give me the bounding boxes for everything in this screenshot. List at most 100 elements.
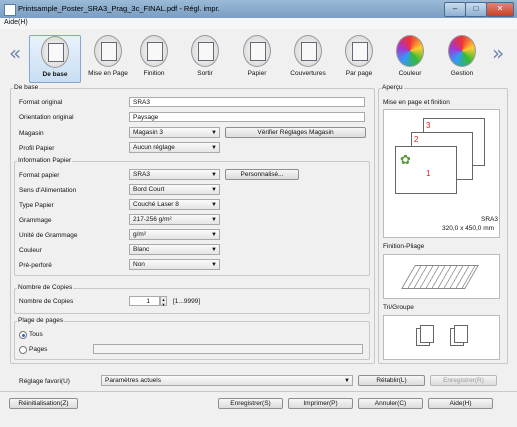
tab-label: Finition [143, 70, 165, 77]
tab-covers[interactable]: Couvertures [283, 35, 333, 81]
dropdown-arrow-icon: ▼ [211, 232, 217, 238]
page-range-label: Pages [29, 346, 48, 353]
tab-color[interactable]: Couleur [385, 35, 435, 81]
all-pages-label: Tous [29, 331, 43, 338]
tab-label: Sortir [197, 70, 213, 77]
dropdown-arrow-icon: ▼ [211, 145, 217, 151]
paper-type-label: Type Papier [19, 202, 54, 209]
tab-management[interactable]: Gestion [437, 35, 487, 81]
paper-size-name: SRA3 [481, 216, 498, 223]
feed-direction-select[interactable]: Bord Court ▼ [129, 184, 220, 195]
favorite-select[interactable]: Paramètres actuels ▼ [101, 375, 353, 386]
window-title: Printsample_Poster_SRA3_Prag_3c_FINAL.pd… [18, 4, 220, 13]
category-toolbar: « De base Mise en Page Finition Sortir P… [0, 29, 517, 83]
tab-paper[interactable]: Papier [232, 35, 282, 81]
tray-value: Magasin 3 [133, 129, 163, 136]
copies-group-title: Nombre de Copies [17, 284, 74, 291]
weight-select[interactable]: 217-256 g/m² ▼ [129, 214, 220, 225]
tray-select[interactable]: Magasin 3 ▼ [129, 127, 220, 138]
paper-color-select[interactable]: Blanc ▼ [129, 244, 220, 255]
scroll-right-icon[interactable]: » [492, 41, 504, 65]
copies-range: [1...9999] [173, 298, 201, 305]
tab-label: Mise en Page [88, 70, 128, 77]
paper-icon [243, 35, 271, 67]
feed-direction-value: Bord Court [133, 186, 165, 193]
dropdown-arrow-icon: ▼ [211, 172, 217, 178]
check-tray-button[interactable]: Vérifier Réglages Magasin [225, 127, 366, 138]
print-settings-window: Printsample_Poster_SRA3_Prag_3c_FINAL.pd… [0, 0, 517, 427]
maximize-button[interactable]: □ [465, 2, 487, 17]
weight-label: Grammage [19, 217, 52, 224]
copies-input[interactable]: 1 [129, 296, 160, 306]
print-button[interactable]: Imprimer(P) [288, 398, 353, 409]
collate-page-icon [420, 325, 434, 343]
tab-label: Par page [345, 70, 373, 77]
finishing-icon [140, 35, 168, 67]
dropdown-arrow-icon: ▼ [211, 187, 217, 193]
covers-icon [294, 35, 322, 67]
weight-unit-label: Unité de Grammage [19, 232, 78, 239]
recall-button[interactable]: Rétablir(L) [358, 375, 425, 386]
tab-basic[interactable]: De base [29, 35, 81, 83]
tab-output[interactable]: Sortir [180, 35, 230, 81]
layout-preview: 3 2 1 ✿ SRA3 320,0 x 450,0 mm [383, 109, 500, 238]
basic-icon [41, 36, 69, 68]
management-icon [448, 35, 476, 67]
dropdown-arrow-icon: ▼ [344, 378, 350, 384]
dropdown-arrow-icon: ▼ [211, 247, 217, 253]
custom-size-button[interactable]: Personnalisé... [225, 169, 299, 180]
dropdown-arrow-icon: ▼ [211, 262, 217, 268]
per-page-icon [345, 35, 373, 67]
paper-format-select[interactable]: SRA3 ▼ [129, 169, 220, 180]
menu-help[interactable]: Aide(H) [4, 19, 28, 26]
sort-title: Tri/Groupe [383, 304, 414, 311]
page-range-radio[interactable] [19, 346, 27, 354]
minimize-button[interactable]: – [444, 2, 466, 17]
cancel-button[interactable]: Annuler(C) [358, 398, 423, 409]
close-button[interactable]: ✕ [486, 2, 514, 17]
tab-per-page[interactable]: Par page [334, 35, 384, 81]
page-range-input[interactable] [93, 344, 363, 354]
reset-button[interactable]: Réinitialisation(Z) [9, 398, 78, 409]
fold-preview [383, 254, 500, 299]
tab-label: Couvertures [290, 70, 326, 77]
tab-layout[interactable]: Mise en Page [83, 35, 133, 81]
all-pages-radio[interactable] [19, 331, 27, 339]
register-button[interactable]: Enregistrer(S) [218, 398, 283, 409]
app-icon [4, 4, 16, 16]
paper-profile-select[interactable]: Aucun réglage ▼ [129, 142, 220, 153]
preview-sheet: 1 ✿ [395, 146, 457, 194]
paper-profile-label: Profil Papier [19, 145, 55, 152]
prepunched-value: Non [133, 261, 145, 268]
favorite-value: Paramètres actuels [105, 377, 161, 384]
scroll-left-icon[interactable]: « [9, 41, 21, 65]
weight-unit-select[interactable]: g/m² ▼ [129, 229, 220, 240]
paper-info-group-title: Information Papier [17, 157, 73, 164]
layout-icon [94, 35, 122, 67]
save-favorite-button[interactable]: Enregistrer(R) [430, 375, 497, 386]
prepunched-label: Pré-perforé [19, 262, 52, 269]
menu-bar: Aide(H) [0, 18, 517, 29]
sort-preview [383, 315, 500, 360]
weight-unit-value: g/m² [133, 231, 146, 238]
output-icon [191, 35, 219, 67]
paper-size-dims: 320,0 x 450,0 mm [442, 225, 495, 232]
sheet-number: 2 [414, 135, 419, 144]
color-wheel-icon [396, 35, 424, 67]
help-button[interactable]: Aide(H) [428, 398, 493, 409]
paper-format-label: Format papier [19, 172, 60, 179]
copies-label: Nombre de Copies [19, 298, 74, 305]
dropdown-arrow-icon: ▼ [211, 217, 217, 223]
dropdown-arrow-icon: ▼ [211, 202, 217, 208]
page-range-group [14, 321, 370, 360]
fold-sheet-icon [401, 265, 479, 289]
poster-image-icon: ✿ [400, 153, 411, 168]
tab-label: De base [42, 71, 68, 78]
paper-type-select[interactable]: Couché Laser 8 ▼ [129, 199, 220, 210]
prepunched-select[interactable]: Non ▼ [129, 259, 220, 270]
tab-label: Couleur [398, 70, 422, 77]
original-format-label: Format original [19, 99, 63, 106]
tab-finishing[interactable]: Finition [129, 35, 179, 81]
copies-spinner-icon[interactable]: ▲ ▼ [160, 296, 167, 307]
paper-color-value: Blanc [133, 246, 150, 253]
